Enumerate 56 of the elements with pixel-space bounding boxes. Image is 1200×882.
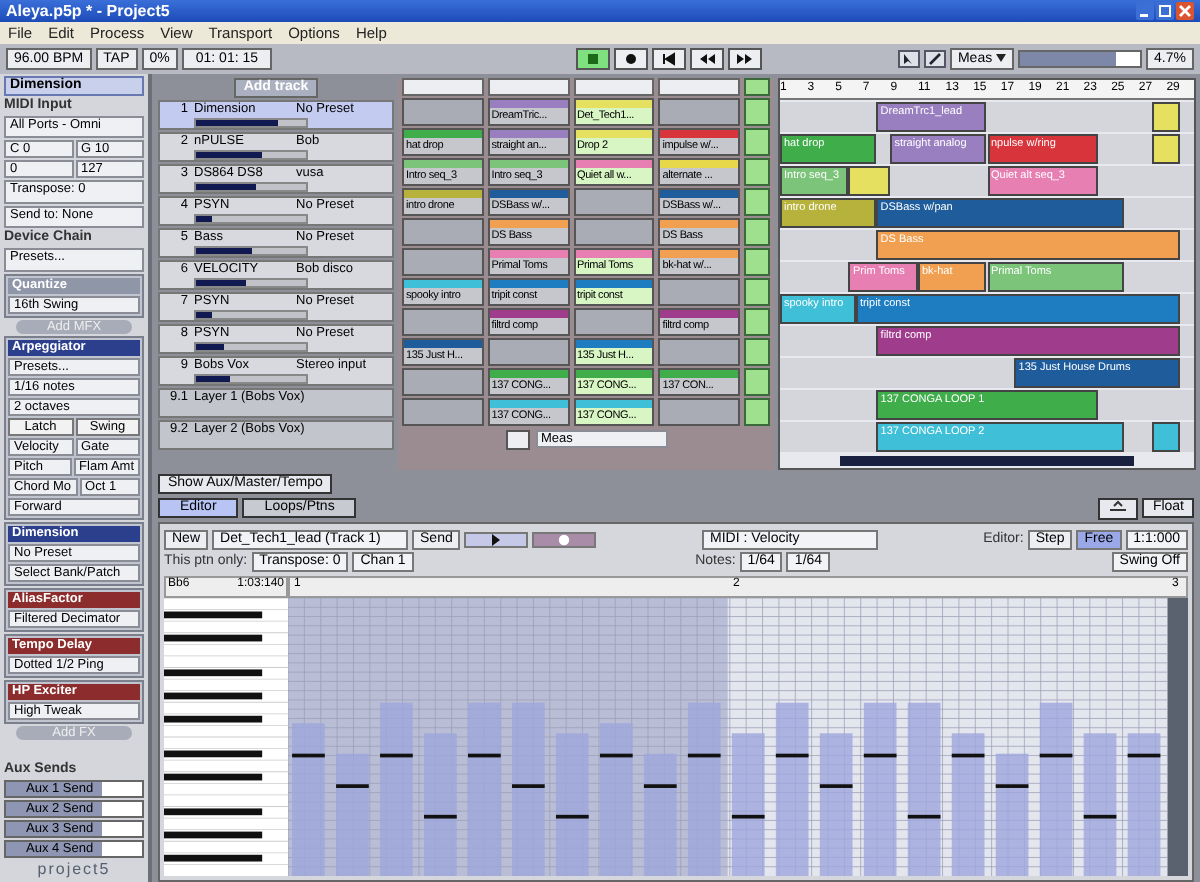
note-grid-drawing[interactable] <box>288 598 1188 876</box>
launch-scene-button[interactable] <box>744 78 770 96</box>
zoom-slider[interactable] <box>1018 50 1143 68</box>
logo: project5 <box>35 860 113 881</box>
volume-track[interactable] <box>194 214 308 224</box>
launch-scene-button[interactable] <box>744 188 770 216</box>
horizontal-scrollbar[interactable] <box>840 456 1134 466</box>
launch-scene-button[interactable] <box>744 308 770 336</box>
launch-scene-button[interactable] <box>744 398 770 426</box>
column-launch-button[interactable] <box>402 78 484 96</box>
volume-track[interactable] <box>194 310 308 320</box>
skip-back-icon <box>660 52 679 66</box>
launch-scene-button[interactable] <box>744 158 770 186</box>
arrangement-clip[interactable] <box>1152 102 1181 132</box>
volume-track[interactable] <box>194 246 308 256</box>
volume-track[interactable] <box>194 374 308 384</box>
square-icon <box>584 52 603 66</box>
circle-icon <box>558 533 571 545</box>
dock-button[interactable] <box>1098 497 1139 519</box>
maximize-icon[interactable] <box>1156 2 1174 20</box>
minimize-icon[interactable] <box>1136 2 1154 20</box>
arrangement-clip[interactable] <box>848 166 891 196</box>
arrangement-clip[interactable] <box>1152 134 1181 164</box>
launch-scene-button[interactable] <box>744 368 770 396</box>
circle-icon <box>622 52 641 66</box>
window-title: Aleya.p5p * - Project5 <box>6 2 172 20</box>
column-launch-button[interactable] <box>487 78 569 96</box>
caret-icon <box>996 54 1007 62</box>
arrangement-clip[interactable] <box>1152 422 1181 452</box>
fast-forward-icon <box>736 52 755 66</box>
go-to-start-button[interactable] <box>652 48 687 70</box>
launch-scene-button[interactable] <box>744 338 770 366</box>
volume-track[interactable] <box>194 182 308 192</box>
volume-track[interactable] <box>194 118 308 128</box>
record-button[interactable] <box>505 429 529 449</box>
column-launch-button[interactable] <box>658 78 740 96</box>
piano-keyboard-drawing[interactable] <box>164 598 288 876</box>
volume-track[interactable] <box>194 278 308 288</box>
caret-icon <box>1108 499 1129 511</box>
record-button[interactable] <box>614 48 649 70</box>
launch-scene-button[interactable] <box>744 128 770 156</box>
launch-scene-button[interactable] <box>744 278 770 306</box>
pencil-icon[interactable] <box>923 50 946 68</box>
column-launch-button[interactable] <box>573 78 655 96</box>
volume-track[interactable] <box>194 150 308 160</box>
launch-scene-button[interactable] <box>744 248 770 276</box>
select-tool-icon[interactable] <box>897 50 920 68</box>
launch-scene-button[interactable] <box>744 98 770 126</box>
volume-track[interactable] <box>194 342 308 352</box>
fast-forward-button[interactable] <box>728 48 763 70</box>
rewind-icon <box>698 52 717 66</box>
play-button[interactable] <box>464 531 529 547</box>
play-icon <box>490 533 503 545</box>
rewind-button[interactable] <box>690 48 725 70</box>
close-icon[interactable] <box>1176 2 1194 20</box>
launch-scene-button[interactable] <box>744 218 770 246</box>
